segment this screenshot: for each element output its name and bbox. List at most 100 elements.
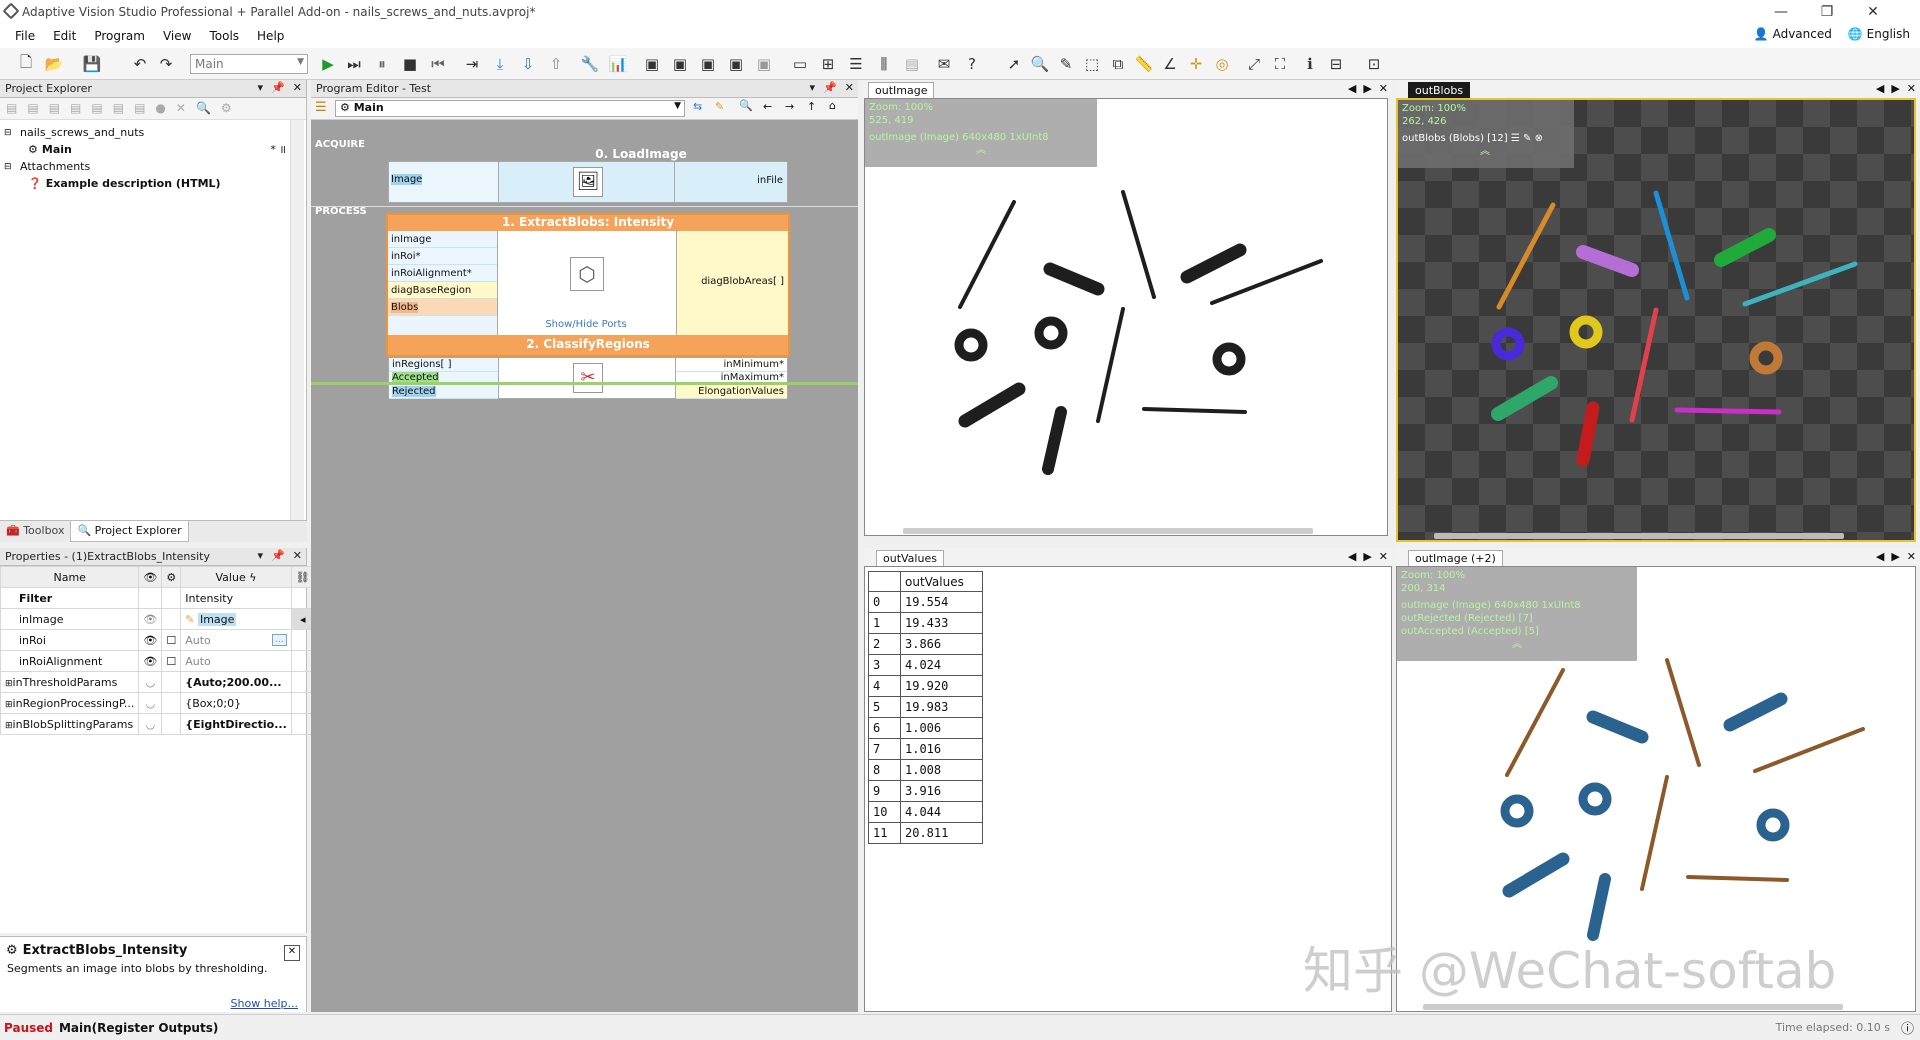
view-grid-icon[interactable]: ⊞	[818, 54, 838, 74]
tab-outimage[interactable]: outImage	[868, 82, 935, 98]
view-outblobs[interactable]: Zoom: 100% 262, 426 outBlobs (Blobs) [12…	[1396, 98, 1916, 542]
table-row[interactable]: 11 20.811	[868, 822, 983, 844]
swap-icon[interactable]: ⇆	[693, 100, 702, 113]
iterate-icon[interactable]: ⏭	[344, 54, 364, 74]
output-port-diagblobareas[interactable]: diagBlobAreas[ ]	[701, 276, 784, 287]
property-row-inblobsplitting[interactable]: ⊞inBlobSplittingParams ◡ {EightDirectio.…	[0, 713, 315, 735]
tab-outvalues[interactable]: outValues	[876, 550, 944, 566]
port-inroi[interactable]: inRoi*	[388, 248, 497, 265]
target-icon[interactable]: ◎	[1212, 54, 1232, 74]
pin-icon[interactable]: 📌	[823, 81, 837, 94]
close-icon[interactable]: ✕	[1907, 82, 1916, 95]
settings-icon[interactable]: ⚙	[221, 101, 232, 116]
compare-icon[interactable]: ⊟	[1326, 54, 1346, 74]
open-icon[interactable]: 📂	[44, 54, 64, 74]
step-over-icon[interactable]: ⇥	[462, 54, 482, 74]
tab-project-explorer[interactable]: 🔍 Project Explorer	[70, 521, 189, 542]
pin-icon[interactable]: 📌	[271, 549, 285, 562]
info-icon[interactable]: ℹ	[1300, 54, 1320, 74]
delete-icon[interactable]: ✕	[176, 101, 186, 116]
scroll-right-icon[interactable]: ▶	[1363, 550, 1371, 563]
tree-item-attachments[interactable]: ⊟ Attachments	[0, 158, 306, 175]
show-help-link[interactable]: Show help...	[231, 997, 298, 1010]
scroll-right-icon[interactable]: ▶	[1363, 82, 1371, 95]
scroll-left-icon[interactable]: ◀	[1876, 550, 1884, 563]
search-icon[interactable]: 🔍	[196, 101, 211, 116]
expand-icon[interactable]: ⊞	[5, 679, 13, 689]
eye-icon[interactable]: 👁	[138, 650, 163, 672]
edit-button[interactable]: …	[271, 633, 287, 646]
run-icon[interactable]: ▶	[318, 54, 338, 74]
property-row-inthresholdparams[interactable]: ⊞inThresholdParams ◡ {Auto;200.00...	[0, 671, 315, 693]
input-port-image[interactable]: Image	[389, 162, 499, 202]
picker-icon[interactable]: ✎	[1056, 54, 1076, 74]
view-single-icon[interactable]: ▭	[790, 54, 810, 74]
menu-program[interactable]: Program	[85, 29, 154, 43]
search-icon[interactable]: 🔍	[739, 99, 753, 112]
minimize-button[interactable]: —	[1758, 0, 1804, 24]
pointer-icon[interactable]: ➚	[1004, 54, 1024, 74]
property-row-filter[interactable]: Filter Intensity	[0, 587, 315, 609]
port-elongationvalues[interactable]: ElongationValues	[676, 385, 787, 399]
overlay-icon[interactable]: ⊡	[1364, 54, 1384, 74]
tree-item-project[interactable]: ⊟ nails_screws_and_nuts	[0, 124, 306, 141]
eye-closed-icon[interactable]: ◡	[138, 713, 163, 735]
close-icon[interactable]: ✕	[1379, 82, 1388, 95]
help-close-button[interactable]: ✕	[284, 945, 300, 961]
mail-icon[interactable]: ✉	[934, 54, 954, 74]
tab-outblobs[interactable]: outBlobs	[1408, 82, 1471, 98]
table-row[interactable]: 2 3.866	[868, 633, 983, 655]
add-icon[interactable]: ▤	[6, 101, 17, 116]
export-icon[interactable]: ▤	[91, 101, 102, 116]
view-outimage2[interactable]: Zoom: 100% 200, 314 outImage (Image) 640…	[1303, 566, 1916, 1012]
table-row[interactable]: 7 1.016	[868, 738, 983, 760]
property-row-inregionprocessing[interactable]: ⊞inRegionProcessingP... ◡ {Box;0;0}	[0, 692, 315, 714]
fit-icon[interactable]: ⤢	[1244, 54, 1264, 74]
block-load-image[interactable]: Image 🖼 inFile	[388, 161, 788, 203]
program-select[interactable]: Main ▼	[190, 54, 308, 74]
table-row[interactable]: 6 1.006	[868, 717, 983, 739]
table-row[interactable]: 0 19.554	[868, 591, 983, 613]
block-load-title[interactable]: 0. LoadImage	[541, 147, 741, 161]
save-icon[interactable]: 💾	[82, 54, 102, 74]
import2-icon[interactable]: ▤	[134, 101, 145, 116]
dropdown-icon[interactable]: ▾	[258, 81, 264, 94]
col-name[interactable]: Name	[0, 566, 140, 588]
close-icon[interactable]: ✕	[293, 81, 302, 94]
add-folder-icon[interactable]: ▤	[27, 101, 38, 116]
table-row[interactable]: 8 1.008	[868, 759, 983, 781]
new-icon[interactable]: 🗋	[16, 53, 36, 74]
property-row-inroialignment[interactable]: inRoiAlignment 👁 ☐ Auto	[0, 650, 315, 672]
property-row-inimage[interactable]: inImage 👁 ✎ Image ◂	[0, 608, 315, 630]
col-value[interactable]: Value ϟ	[180, 566, 292, 588]
menu-tools[interactable]: Tools	[200, 29, 248, 43]
step-out-icon[interactable]: ⇧	[546, 54, 566, 74]
expand-icon[interactable]: ⊞	[5, 721, 13, 731]
step-down-icon[interactable]: ⇩	[518, 54, 538, 74]
redo-icon[interactable]: ↷	[156, 54, 176, 74]
scroll-left-icon[interactable]: ◀	[1348, 550, 1356, 563]
back-icon[interactable]: ←	[763, 100, 772, 113]
table-row[interactable]: 4 19.920	[868, 675, 983, 697]
help-icon[interactable]: ?	[962, 54, 982, 74]
eye-closed-icon[interactable]: ◡	[138, 671, 163, 693]
crosshair-icon[interactable]: ✛	[1186, 54, 1206, 74]
view-rows-icon[interactable]: ☰	[846, 54, 866, 74]
checkbox[interactable]: ☐	[161, 629, 182, 651]
output-port-infile[interactable]: inFile	[757, 175, 783, 186]
close-button[interactable]: ✕	[1850, 0, 1896, 24]
close-icon[interactable]: ✕	[845, 81, 854, 94]
eye-icon[interactable]: 👁	[138, 608, 163, 630]
layout-2-icon[interactable]: ▣	[670, 54, 690, 74]
dropdown-icon[interactable]: ▾	[258, 549, 264, 562]
layout-3-icon[interactable]: ▣	[698, 54, 718, 74]
expand-icon[interactable]: ⊟	[4, 128, 16, 138]
zoom-icon[interactable]: 🔍	[1030, 54, 1050, 74]
menu-edit[interactable]: Edit	[44, 29, 85, 43]
horizontal-scrollbar[interactable]	[1434, 533, 1844, 539]
roi-icon[interactable]: ⬚	[1082, 54, 1102, 74]
ruler-icon[interactable]: 📏	[1134, 54, 1154, 74]
up-icon[interactable]: ↑	[807, 100, 816, 113]
tools-icon[interactable]: 🔧	[580, 54, 600, 74]
pause-icon[interactable]: ⏸	[372, 54, 392, 74]
